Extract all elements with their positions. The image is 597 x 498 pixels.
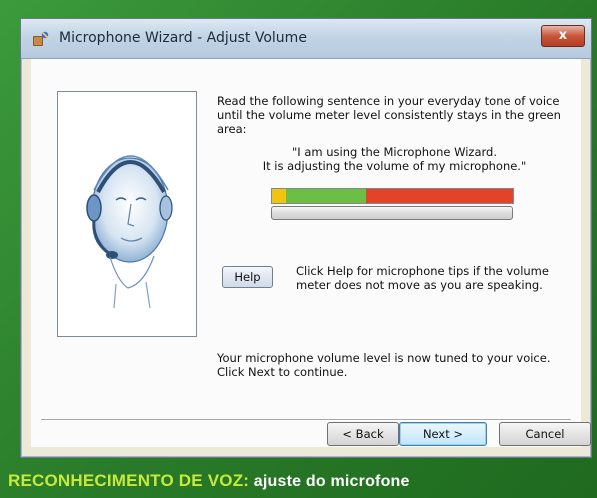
caption-rest: ajuste do microfone	[249, 473, 410, 490]
figure-caption: RECONHECIMENTO DE VOZ: ajuste do microfo…	[0, 462, 597, 498]
wizard-button-row: < Back Next > Cancel	[21, 19, 593, 459]
wizard-window: Microphone Wizard - Adjust Volume x Read…	[20, 18, 592, 458]
next-button[interactable]: Next >	[399, 422, 487, 446]
caption-accent: RECONHECIMENTO DE VOZ:	[8, 471, 250, 490]
cancel-button[interactable]: Cancel	[499, 422, 591, 446]
back-button[interactable]: < Back	[327, 422, 399, 446]
caption-text: RECONHECIMENTO DE VOZ: ajuste do microfo…	[8, 471, 410, 491]
